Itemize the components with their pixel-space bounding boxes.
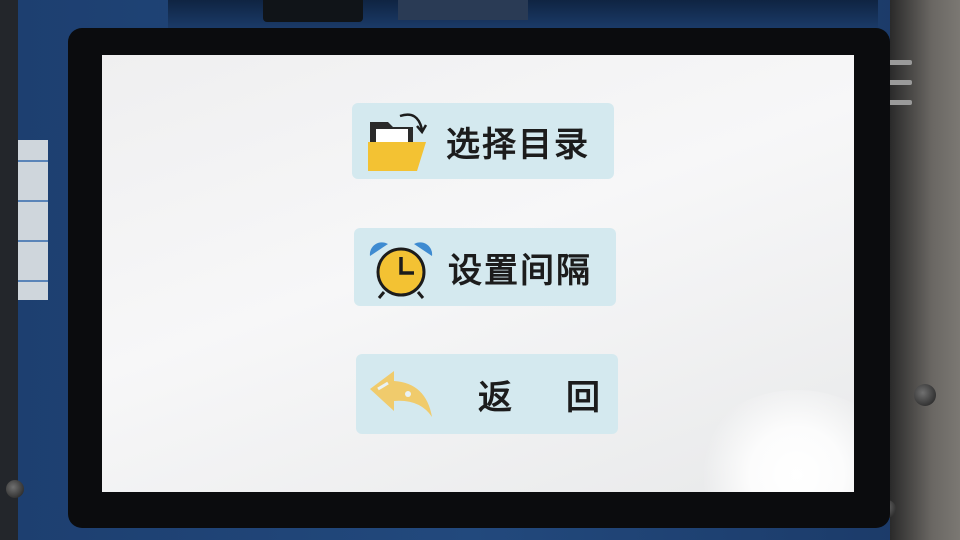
pcb-connector (398, 0, 528, 20)
ribbon-cable (18, 140, 48, 300)
screw (914, 384, 936, 406)
set-interval-label: 设置间隔 (448, 250, 592, 291)
back-button[interactable]: 返回 (356, 354, 618, 434)
folder-open-icon (368, 113, 428, 171)
select-directory-label: 选择目录 (446, 124, 590, 165)
select-directory-button[interactable]: 选择目录 (352, 103, 614, 179)
back-label: 返回 (478, 377, 654, 418)
alarm-clock-icon (369, 242, 433, 299)
back-arrow-icon (370, 371, 432, 417)
screw (6, 480, 24, 498)
lcd-screen: 选择目录 设置间隔 返回 (102, 55, 854, 492)
pcb-chip (263, 0, 363, 22)
desk-surface (888, 0, 960, 540)
screen-glare (692, 390, 854, 492)
set-interval-button[interactable]: 设置间隔 (354, 228, 616, 306)
